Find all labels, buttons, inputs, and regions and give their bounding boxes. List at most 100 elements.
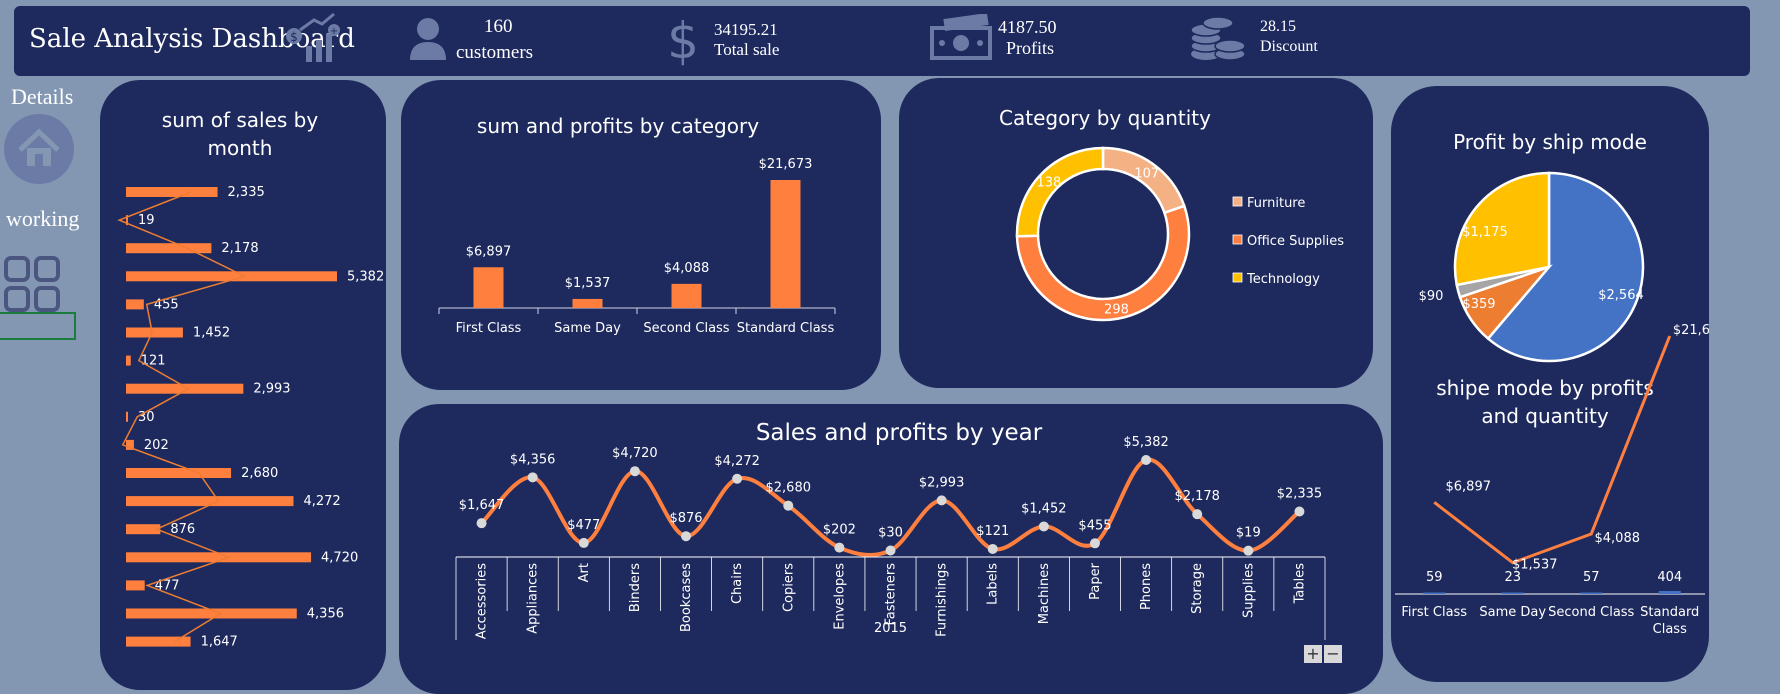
month-bar-label: 4,356 bbox=[307, 607, 344, 622]
month-bar-label: 1,647 bbox=[201, 635, 238, 650]
expand-button[interactable]: + bbox=[1304, 645, 1322, 663]
month-bar bbox=[126, 383, 244, 394]
ship-pie-label: $1,175 bbox=[1462, 225, 1508, 240]
month-bar-label: 5,382 bbox=[347, 269, 384, 284]
category-bar bbox=[671, 283, 702, 308]
home-icon[interactable] bbox=[0, 114, 80, 186]
month-bar bbox=[126, 187, 218, 197]
total-sale-value: 34195.21 bbox=[714, 20, 778, 39]
year-category-label: Copiers bbox=[781, 563, 796, 612]
month-bar bbox=[126, 327, 183, 338]
year-point-label: $121 bbox=[976, 524, 1009, 539]
year-category-label: Storage bbox=[1190, 563, 1205, 614]
ship-category-label: Standard bbox=[1640, 605, 1699, 620]
year-point bbox=[1243, 545, 1254, 556]
category-bar bbox=[572, 298, 603, 308]
selected-cell[interactable] bbox=[0, 312, 76, 340]
year-point bbox=[476, 518, 487, 529]
ship-pie-label: $359 bbox=[1462, 297, 1495, 312]
month-bar bbox=[126, 411, 128, 422]
year-point bbox=[885, 545, 896, 556]
ship-quantity-bar bbox=[1580, 592, 1603, 594]
ship-quantity-label: 404 bbox=[1657, 570, 1682, 585]
year-category-label: Chairs bbox=[730, 563, 745, 604]
ship-category-label: Class bbox=[1653, 622, 1687, 637]
sales-by-month-chart: 2,335192,1785,3824551,4521212,993302022,… bbox=[117, 185, 384, 650]
year-point bbox=[834, 542, 845, 553]
growth-chart-icon: $ + bbox=[286, 12, 340, 62]
year-category-label: Binders bbox=[628, 563, 643, 612]
discount-value: 28.15 bbox=[1260, 18, 1296, 35]
ship-profit-label: $6,897 bbox=[1446, 479, 1492, 494]
ship-profit-label: $21,673 bbox=[1673, 323, 1709, 338]
year-point bbox=[783, 500, 794, 511]
year-point bbox=[987, 543, 998, 554]
month-bar bbox=[126, 355, 131, 366]
ship-quantity-label: 23 bbox=[1504, 570, 1521, 585]
ship-category-label: Same Day bbox=[1479, 605, 1546, 620]
year-point bbox=[1294, 506, 1305, 517]
year-point-label: $4,356 bbox=[510, 452, 556, 467]
year-category-label: Envelopes bbox=[832, 563, 847, 630]
month-bar-label: 2,335 bbox=[228, 185, 265, 200]
category-tick-label: First Class bbox=[456, 321, 522, 336]
year-category-label: Fasteners bbox=[884, 563, 899, 626]
month-trend-line bbox=[117, 191, 247, 643]
ship-quantity-label: 59 bbox=[1426, 570, 1443, 585]
dollar-icon: $ bbox=[668, 12, 698, 66]
grid-apps-icon[interactable] bbox=[4, 256, 64, 314]
collapse-button[interactable]: − bbox=[1324, 645, 1342, 663]
svg-text:+: + bbox=[330, 26, 338, 37]
donut-slice-label: 138 bbox=[1037, 175, 1062, 190]
ship-pie-label: $90 bbox=[1419, 289, 1444, 304]
category-bar-label: $6,897 bbox=[466, 244, 512, 259]
category-tick-label: Same Day bbox=[554, 321, 621, 336]
banknote-icon bbox=[930, 14, 992, 60]
year-category-label: Tables bbox=[1292, 563, 1307, 605]
year-category-label: Accessories bbox=[475, 563, 490, 639]
year-point bbox=[681, 531, 692, 542]
year-point bbox=[527, 472, 538, 483]
legend-label: Furniture bbox=[1247, 196, 1305, 211]
year-point-label: $455 bbox=[1078, 518, 1111, 533]
year-point bbox=[578, 537, 589, 548]
legend-label: Technology bbox=[1246, 272, 1320, 287]
category-bar bbox=[770, 180, 801, 308]
legend-label: Office Supplies bbox=[1247, 234, 1344, 249]
legend-swatch bbox=[1232, 234, 1243, 245]
legend-swatch bbox=[1232, 272, 1243, 283]
ship-category-label: First Class bbox=[1401, 605, 1467, 620]
month-bar bbox=[126, 299, 144, 310]
svg-text:$: $ bbox=[668, 12, 698, 66]
month-bar-label: 477 bbox=[155, 578, 180, 593]
details-label: Details bbox=[11, 84, 74, 109]
profits-label: Profits bbox=[1006, 38, 1055, 58]
sales-profits-year-panel: Sales and profits by year $1,647 $4,356 $4… bbox=[399, 404, 1383, 694]
ship-category-label: Second Class bbox=[1548, 605, 1634, 620]
month-bar-label: 1,452 bbox=[193, 326, 230, 341]
category-bar-label: $4,088 bbox=[664, 261, 710, 276]
donut-slice-label: 298 bbox=[1104, 302, 1129, 317]
year-point-label: $1,452 bbox=[1021, 501, 1067, 516]
year-category-label: Supplies bbox=[1241, 563, 1256, 618]
month-bar bbox=[126, 468, 232, 478]
year-point bbox=[936, 495, 947, 506]
year-point bbox=[1192, 509, 1203, 520]
category-tick-label: Second Class bbox=[643, 321, 729, 336]
year-point-label: $30 bbox=[878, 525, 903, 540]
sales-by-month-panel: sum of sales by month 2,335 19 2,178 5,382 4… bbox=[100, 80, 386, 690]
header-bar: Sale Analysis Dashboard $ + 160 customer… bbox=[14, 6, 1750, 76]
ship-quantity-bar bbox=[1501, 592, 1524, 594]
person-icon bbox=[410, 18, 446, 60]
month-bar bbox=[126, 580, 145, 591]
year-point bbox=[1141, 455, 1152, 465]
month-bar bbox=[126, 243, 212, 254]
ship-quantity-bar bbox=[1423, 592, 1446, 594]
donut-slice bbox=[1015, 204, 1191, 322]
month-bar-label: 4,720 bbox=[321, 550, 358, 565]
customers-label: customers bbox=[456, 42, 534, 63]
category-quantity-chart: 107 298 138 Furniture Office Supplies Technol… bbox=[1015, 146, 1344, 322]
sales-profits-year-chart: $1,647 $4,356 $477 $4,720 $876 $4,272 $2,680 $2… bbox=[455, 435, 1326, 640]
year-category-label: Machines bbox=[1037, 563, 1052, 624]
ship-quantity-bar bbox=[1658, 591, 1681, 594]
